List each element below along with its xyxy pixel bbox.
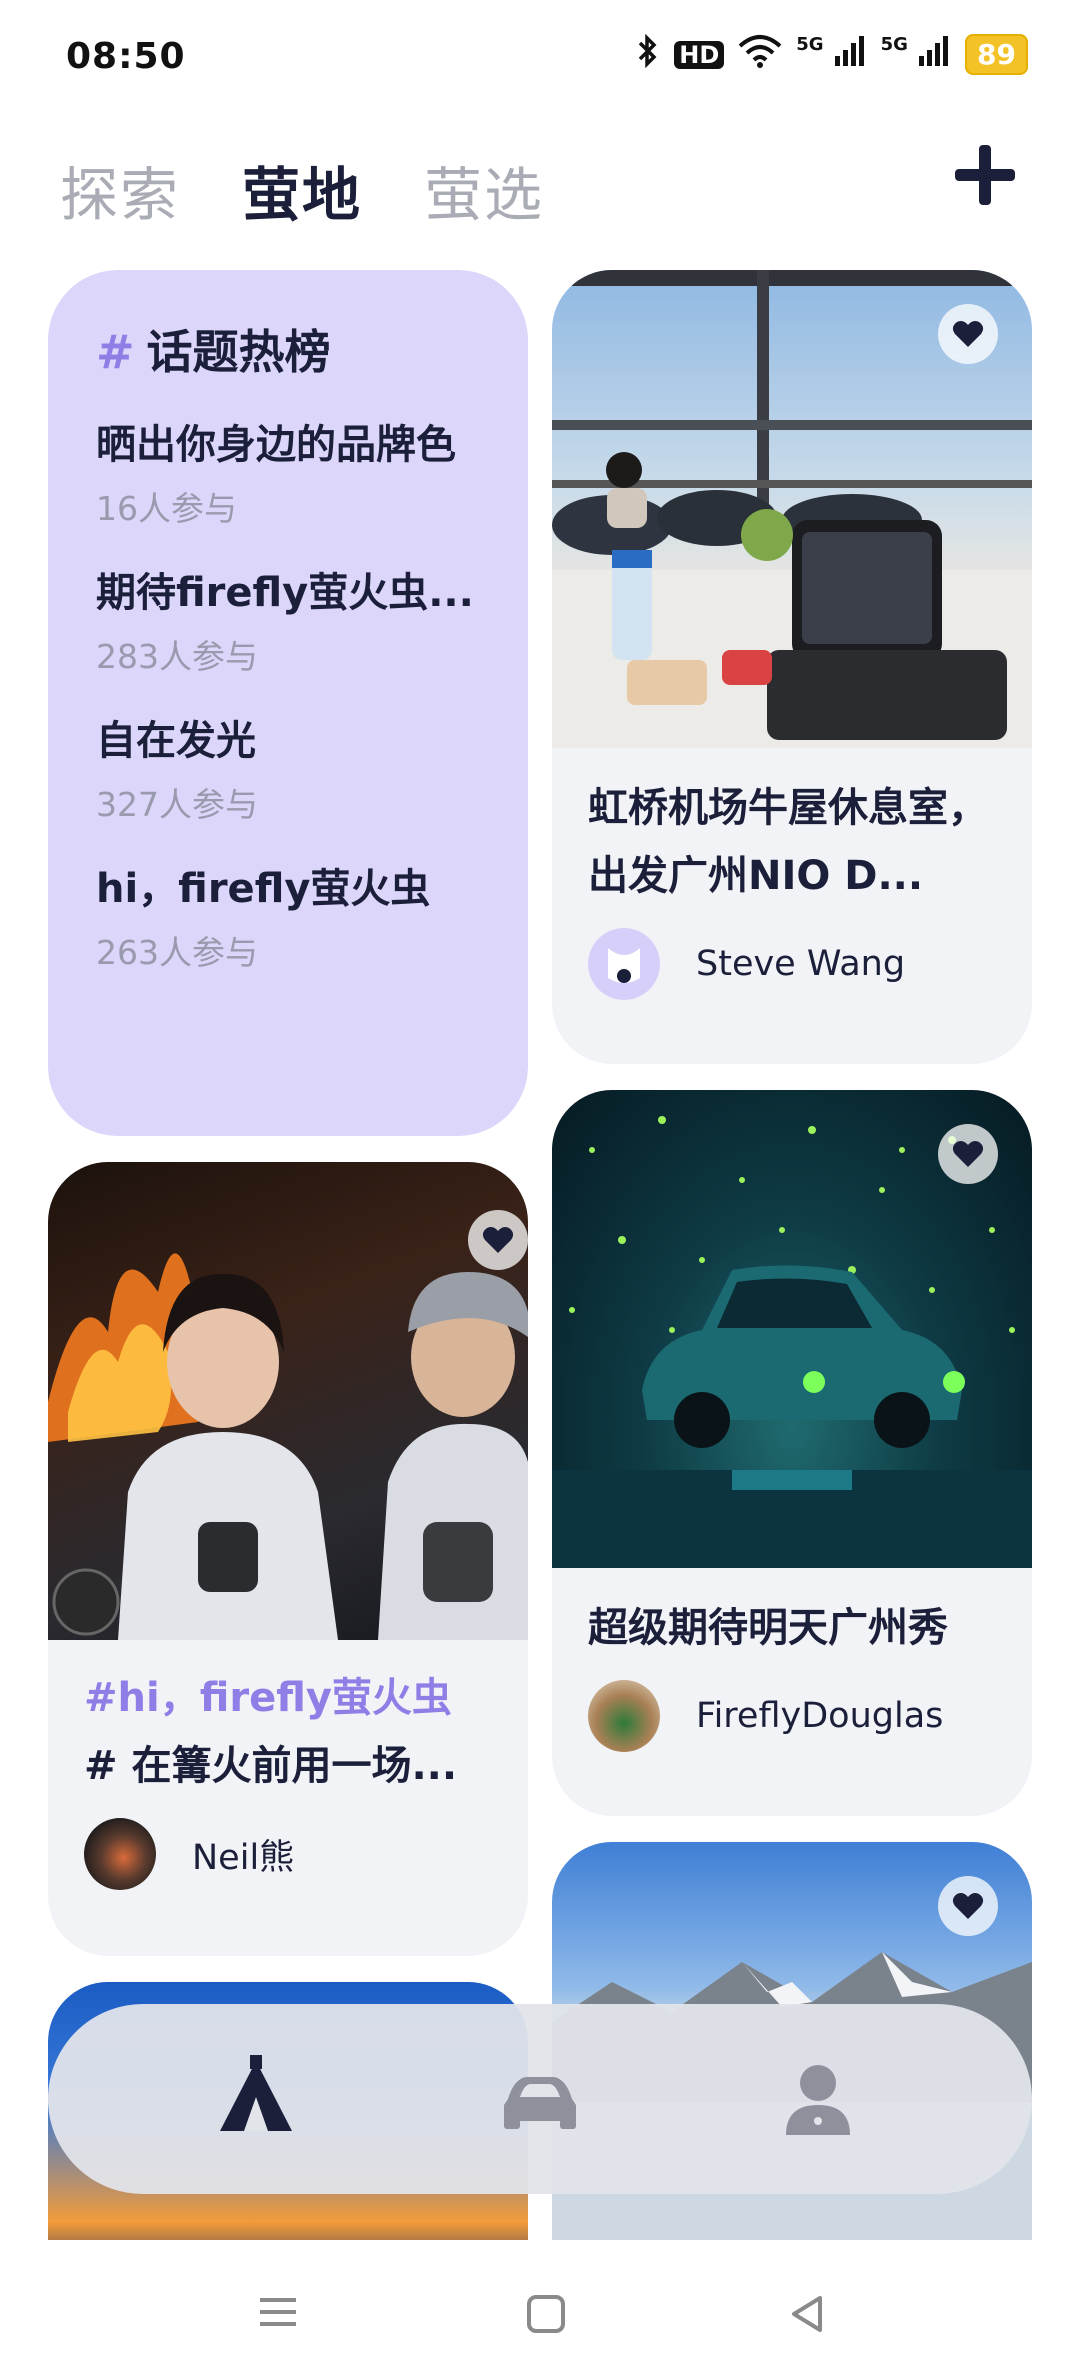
like-button[interactable] bbox=[468, 1210, 528, 1270]
post-card[interactable]: 虹桥机场牛屋休息室，出发广州NIO D... Steve Wang bbox=[552, 270, 1032, 1064]
topic-name: hi，firefly萤火虫 bbox=[96, 866, 431, 912]
battery-indicator: 89 bbox=[965, 34, 1028, 75]
car-icon bbox=[504, 2077, 576, 2129]
hot-topics-title-text: 话题热榜 bbox=[146, 325, 331, 379]
topic-participant-count: 16人参与 bbox=[96, 489, 237, 528]
author-name: Neil熊 bbox=[192, 1837, 295, 1878]
feed-column-right: 虹桥机场牛屋休息室，出发广州NIO D... Steve Wang 超级期待明天… bbox=[552, 270, 1032, 2252]
nav-camp[interactable] bbox=[206, 2049, 306, 2149]
topic-name: 期待firefly萤火虫... bbox=[96, 570, 474, 616]
tab-firefly-ground[interactable]: 萤地 bbox=[242, 148, 362, 232]
nav-car[interactable] bbox=[490, 2049, 590, 2149]
airport-lounge-photo bbox=[552, 270, 1032, 748]
post-title: #hi，firefly萤火虫 # 在篝火前用一场... bbox=[84, 1664, 492, 1800]
topic-participant-count: 283人参与 bbox=[96, 637, 258, 676]
bluetooth-icon bbox=[636, 33, 660, 75]
firefly-car-photo bbox=[552, 1090, 1032, 1568]
hot-topics-card: # 话题热榜 晒出你身边的品牌色 16人参与 期待firefly萤火虫... 28… bbox=[48, 270, 528, 1136]
hd-icon: HD bbox=[674, 40, 725, 69]
status-icons: HD 5G 5G 89 bbox=[636, 33, 1028, 75]
status-time: 08:50 bbox=[66, 36, 186, 77]
topic-participant-count: 327人参与 bbox=[96, 785, 258, 824]
home-button[interactable] bbox=[524, 2292, 568, 2340]
home-icon bbox=[527, 2295, 565, 2333]
avatar bbox=[588, 928, 660, 1000]
topic-name: 晒出你身边的品牌色 bbox=[96, 422, 456, 468]
post-author[interactable]: Neil熊 bbox=[84, 1818, 492, 1890]
hot-topic-item[interactable]: 晒出你身边的品牌色 16人参与 bbox=[96, 412, 480, 530]
signal-icon-1: 5G bbox=[796, 34, 866, 75]
post-title-text: # 在篝火前用一场... bbox=[84, 1743, 458, 1789]
author-name: FireflyDouglas bbox=[696, 1696, 944, 1736]
hash-icon: # bbox=[96, 325, 135, 379]
wifi-icon bbox=[738, 34, 782, 75]
top-tabs: 探索 萤地 萤选 bbox=[60, 148, 544, 232]
hot-topics-title: # 话题热榜 bbox=[96, 316, 480, 382]
post-body: #hi，firefly萤火虫 # 在篝火前用一场... Neil熊 bbox=[48, 1640, 528, 1920]
back-icon bbox=[792, 2296, 822, 2332]
menu-icon bbox=[260, 2298, 296, 2326]
post-author[interactable]: Steve Wang bbox=[588, 928, 996, 1000]
post-body: 超级期待明天广州秀 FireflyDouglas bbox=[552, 1568, 1032, 1782]
add-post-button[interactable] bbox=[950, 140, 1020, 210]
like-button[interactable] bbox=[938, 1124, 998, 1184]
profile-icon bbox=[786, 2065, 850, 2135]
tent-icon bbox=[220, 2055, 292, 2131]
back-button[interactable] bbox=[786, 2292, 830, 2340]
tab-explore[interactable]: 探索 bbox=[60, 148, 180, 232]
hot-topic-item[interactable]: hi，firefly萤火虫 263人参与 bbox=[96, 856, 480, 974]
campfire-photo bbox=[48, 1162, 528, 1640]
nav-profile[interactable] bbox=[768, 2049, 868, 2149]
bottom-navigation bbox=[48, 2004, 1032, 2194]
hot-topic-item[interactable]: 自在发光 327人参与 bbox=[96, 708, 480, 826]
network-1-label: 5G bbox=[796, 34, 824, 55]
topic-participant-count: 263人参与 bbox=[96, 933, 258, 972]
avatar bbox=[588, 1680, 660, 1752]
author-name: Steve Wang bbox=[696, 944, 906, 984]
hot-topic-item[interactable]: 期待firefly萤火虫... 283人参与 bbox=[96, 560, 480, 678]
signal-icon-2: 5G bbox=[881, 34, 951, 75]
avatar bbox=[84, 1818, 156, 1890]
network-2-label: 5G bbox=[880, 34, 908, 55]
post-topic-tag[interactable]: #hi，firefly萤火虫 bbox=[84, 1664, 492, 1732]
system-navigation-bar bbox=[0, 2240, 1080, 2376]
like-button[interactable] bbox=[938, 304, 998, 364]
post-author[interactable]: FireflyDouglas bbox=[588, 1680, 996, 1752]
post-title: 虹桥机场牛屋休息室，出发广州NIO D... bbox=[588, 785, 988, 899]
feed-column-left: # 话题热榜 晒出你身边的品牌色 16人参与 期待firefly萤火虫... 28… bbox=[48, 270, 528, 2282]
tab-firefly-select[interactable]: 萤选 bbox=[424, 148, 544, 232]
menu-button[interactable] bbox=[256, 2292, 300, 2336]
like-button[interactable] bbox=[938, 1876, 998, 1936]
post-body: 虹桥机场牛屋休息室，出发广州NIO D... Steve Wang bbox=[552, 748, 1032, 1030]
post-card[interactable]: #hi，firefly萤火虫 # 在篝火前用一场... Neil熊 bbox=[48, 1162, 528, 1956]
post-card[interactable]: 超级期待明天广州秀 FireflyDouglas bbox=[552, 1090, 1032, 1816]
topic-name: 自在发光 bbox=[96, 718, 256, 764]
post-title: 超级期待明天广州秀 bbox=[588, 1605, 948, 1651]
status-bar: 08:50 HD 5G 5G 89 bbox=[0, 0, 1080, 120]
